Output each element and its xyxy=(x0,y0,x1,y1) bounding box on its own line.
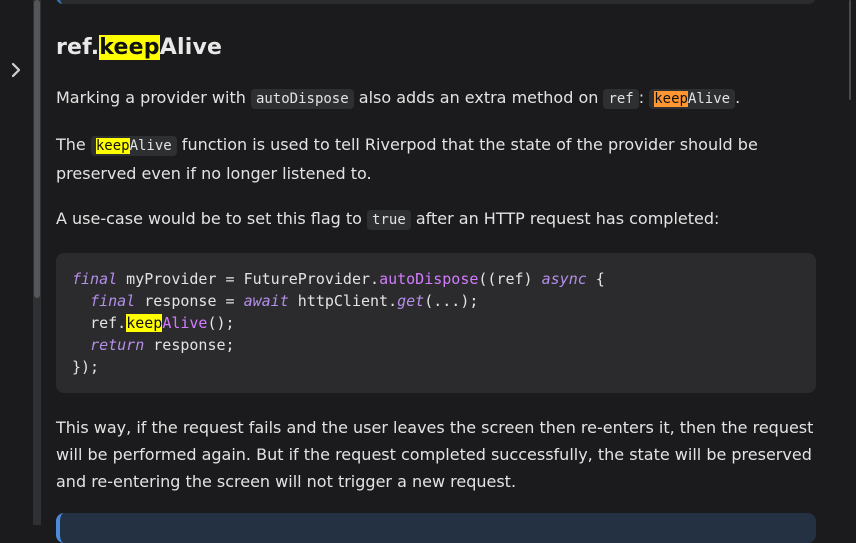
chevron-right-icon xyxy=(9,59,23,83)
paragraph-intro: Marking a provider with autoDispose also… xyxy=(56,88,741,109)
paragraph-usecase: A use-case would be to set this flag to … xyxy=(56,209,720,230)
search-highlight: keep xyxy=(126,314,163,332)
paragraph-explanation: This way, if the request fails and the u… xyxy=(56,418,814,491)
code-block[interactable]: final myProvider = FutureProvider.autoDi… xyxy=(56,253,816,393)
sidebar-scroll-thumb[interactable] xyxy=(34,0,40,298)
inline-code-autodispose: autoDispose xyxy=(250,89,354,109)
code-line-5: }); xyxy=(72,358,100,376)
code-line-4: return response; xyxy=(90,336,235,354)
next-admonition xyxy=(56,513,816,543)
code-line-3: ref.keepAlive(); xyxy=(90,314,235,332)
paragraph-description: The keepAlive function is used to tell R… xyxy=(56,135,758,183)
search-highlight-current: keep xyxy=(654,91,688,107)
search-highlight: keep xyxy=(99,35,160,60)
code-line-1: final myProvider = FutureProvider.autoDi… xyxy=(72,270,605,288)
expand-sidebar-button[interactable] xyxy=(6,60,26,82)
section-heading: ref.keepAlive xyxy=(56,35,223,60)
inline-code-true: true xyxy=(367,210,411,230)
inline-code-ref: ref xyxy=(603,89,639,109)
inline-code-keepalive: keepAlive xyxy=(649,89,736,109)
previous-admonition xyxy=(56,0,816,4)
inline-code-keepalive-2: keepAlive xyxy=(90,136,177,156)
page-scrollbar[interactable] xyxy=(849,0,851,100)
search-highlight: keep xyxy=(95,138,130,154)
code-line-2: final response = await httpClient.get(..… xyxy=(90,292,479,310)
